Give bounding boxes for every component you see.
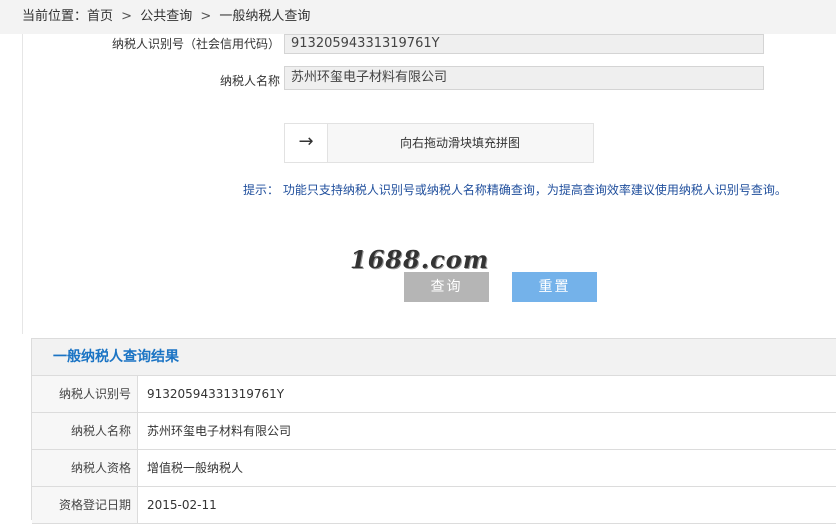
table-row: 纳税人识别号 91320594331319761Y xyxy=(32,376,836,413)
reset-button[interactable]: 重置 xyxy=(512,272,597,302)
taxpayer-name-input[interactable]: 苏州环玺电子材料有限公司 xyxy=(284,66,764,90)
table-row: 纳税人名称 苏州环玺电子材料有限公司 xyxy=(32,413,836,450)
breadcrumb-separator: > xyxy=(121,9,133,24)
table-row: 纳税人资格 增值税一般纳税人 xyxy=(32,450,836,487)
breadcrumb-home-link[interactable]: 首页 xyxy=(87,9,113,24)
row-label: 纳税人识别号 xyxy=(32,376,138,412)
breadcrumb-public-query-link[interactable]: 公共查询 xyxy=(140,9,192,24)
taxpayer-id-input[interactable]: 91320594331319761Y xyxy=(284,34,764,54)
arrow-right-icon[interactable]: → xyxy=(285,124,328,162)
row-value: 91320594331319761Y xyxy=(147,387,285,401)
row-label: 资格登记日期 xyxy=(32,487,138,523)
row-label: 纳税人资格 xyxy=(32,450,138,486)
query-button[interactable]: 查询 xyxy=(404,272,489,302)
breadcrumb-current-page: 一般纳税人查询 xyxy=(219,9,311,24)
taxpayer-id-label: 纳税人识别号（社会信用代码） xyxy=(111,37,280,51)
captcha-slider[interactable]: → 向右拖动滑块填充拼图 xyxy=(284,123,594,163)
table-row: 资格登记日期 2015-02-11 xyxy=(32,487,836,524)
watermark: 1688.com xyxy=(350,245,490,274)
breadcrumb: 当前位置：首页 > 公共查询 > 一般纳税人查询 xyxy=(0,0,836,34)
slider-instruction: 向右拖动滑块填充拼图 xyxy=(399,136,520,150)
taxpayer-name-label: 纳税人名称 xyxy=(219,74,280,88)
breadcrumb-separator: > xyxy=(200,9,212,24)
row-label: 纳税人名称 xyxy=(32,413,138,449)
row-value: 苏州环玺电子材料有限公司 xyxy=(147,424,292,438)
results-table: 一般纳税人查询结果 纳税人识别号 91320594331319761Y 纳税人名… xyxy=(31,338,836,524)
row-value: 2015-02-11 xyxy=(147,498,217,512)
query-hint: 提示： 功能只支持纳税人识别号或纳税人名称精确查询，为提高查询效率建议使用纳税人… xyxy=(243,183,787,197)
results-title: 一般纳税人查询结果 xyxy=(32,339,836,376)
row-value: 增值税一般纳税人 xyxy=(147,461,244,475)
breadcrumb-prefix: 当前位置： xyxy=(22,9,88,24)
